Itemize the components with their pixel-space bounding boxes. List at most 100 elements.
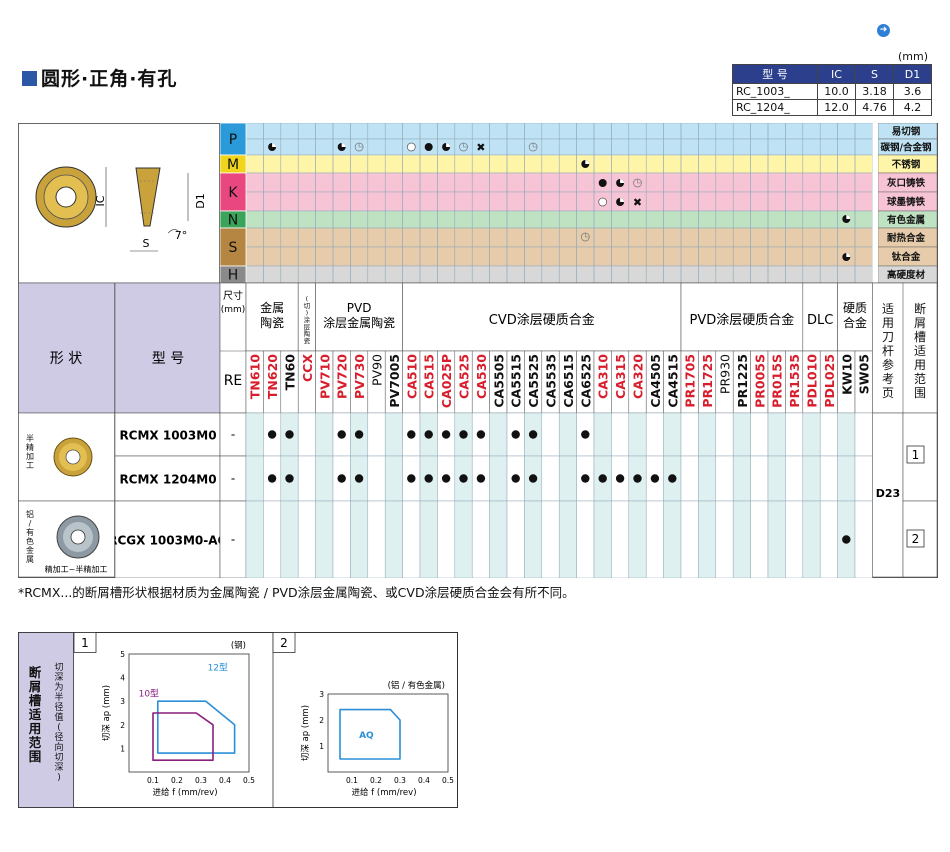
availability-cell <box>715 455 734 502</box>
availability-cell <box>332 500 351 578</box>
stock-dot-icon <box>424 430 433 439</box>
material-label: 球墨铸铁 <box>887 196 926 208</box>
grade-code-pv710: PV710 <box>317 354 332 399</box>
application-symbol-icon <box>842 215 851 223</box>
grade-code-ca5525: CA5525 <box>526 354 541 408</box>
availability-cell <box>367 412 386 457</box>
holder-page[interactable]: D23 <box>876 487 900 500</box>
dim-cell: RC_1204_ <box>732 99 818 116</box>
range-panel-title: 围 <box>29 749 42 764</box>
availability-cell <box>698 455 717 502</box>
insert-hole-icon <box>55 186 77 208</box>
shape-label-aluminum: 色 <box>26 536 34 546</box>
product-model[interactable]: RCGX 1003M0-AQ <box>108 534 227 548</box>
y-tick-label: 4 <box>120 674 125 683</box>
grade-code-pv7005: PV7005 <box>387 354 402 408</box>
range-panel-title: 用 <box>28 721 42 736</box>
stock-dot-icon <box>476 474 486 483</box>
application-symbol-icon <box>424 143 433 151</box>
header-size-unit: (mm) <box>221 305 246 315</box>
availability-cell <box>437 500 456 578</box>
grade-code-pdl025: PDL025 <box>822 354 837 408</box>
header-chipbreaker-range: 范 <box>914 372 926 386</box>
availability-cell <box>645 500 664 578</box>
grade-application-table: 易切钢碳钢/合金钢不锈钢灰口铸铁球墨铸铁有色金属耐热合金钛合金高硬度材PMKNS… <box>18 123 938 578</box>
grade-code-ca025p: CA025P <box>439 354 454 408</box>
svg-text:✖: ✖ <box>633 196 642 209</box>
stock-dot-icon <box>511 430 520 439</box>
availability-cell <box>245 500 264 578</box>
dimension-header-row: 型 号 IC S D1 <box>732 64 932 84</box>
grade-family-label: 瓷 <box>304 336 311 345</box>
availability-cell <box>524 500 543 578</box>
application-symbol-icon <box>598 179 607 187</box>
availability-cell <box>245 455 264 502</box>
stock-dot-icon <box>441 430 451 439</box>
shape-label-finish: 精加工~半精加工 <box>45 564 108 574</box>
product-model[interactable]: RCMX 1003M0 <box>119 429 216 443</box>
availability-cell <box>280 500 299 578</box>
stock-dot-icon <box>285 474 294 483</box>
x-tick-label: 0.4 <box>219 776 231 785</box>
availability-cell <box>384 500 403 578</box>
header-model-cell <box>114 282 221 414</box>
grade-family-label: PVD <box>347 301 372 315</box>
availability-cell <box>506 500 525 578</box>
next-page-arrow-icon[interactable]: ➜ <box>877 24 890 37</box>
application-symbol-icon <box>842 253 851 261</box>
range-ref-1[interactable]: 1 <box>912 448 920 462</box>
range-ref-2[interactable]: 2 <box>912 532 920 546</box>
grade-family-label: 陶瓷 <box>260 315 284 330</box>
application-symbol-icon <box>406 142 416 152</box>
grade-code-pr930: PR930 <box>718 354 733 394</box>
header-holder-ref: 杆 <box>882 344 894 358</box>
grade-code-sw05: SW05 <box>857 354 872 394</box>
header-holder-ref: 参 <box>882 357 894 372</box>
stock-dot-icon <box>424 474 433 483</box>
grade-code-ca320: CA320 <box>631 354 646 399</box>
availability-cell <box>750 412 769 457</box>
range-panel-ylabel: 切 <box>54 752 63 763</box>
grade-code-pv90: PV90 <box>370 354 385 386</box>
series-label: 10型 <box>139 688 159 699</box>
availability-cell <box>785 500 804 578</box>
availability-cell <box>750 455 769 502</box>
grade-code-ca510: CA510 <box>404 354 419 399</box>
x-tick-label: 0.5 <box>442 776 454 785</box>
grade-code-ca310: CA310 <box>596 354 611 399</box>
svg-text:✖: ✖ <box>476 141 485 154</box>
availability-cell <box>680 412 699 457</box>
stock-dot-icon <box>528 430 538 439</box>
y-tick-label: 3 <box>319 690 324 699</box>
panel-number: 1 <box>81 636 89 650</box>
range-panel-title-cell <box>18 632 74 808</box>
availability-cell <box>732 412 751 457</box>
material-label: 碳钢/合金钢 <box>881 142 932 154</box>
grade-code-ca4505: CA4505 <box>648 354 663 408</box>
availability-cell <box>541 500 560 578</box>
availability-cell <box>628 500 647 578</box>
stock-dot-icon <box>615 474 625 483</box>
availability-cell <box>367 455 386 502</box>
availability-cell <box>663 412 682 457</box>
stock-dot-icon <box>441 474 451 483</box>
dim-header-model: 型 号 <box>732 64 818 84</box>
grade-code-ca5515: CA5515 <box>509 354 524 408</box>
availability-cell <box>854 455 873 502</box>
shape-label-semifinish: 半 <box>26 433 34 443</box>
range-panel-title: 槽 <box>29 693 42 708</box>
availability-cell <box>732 455 751 502</box>
insert-photo-aq-hole <box>70 529 86 545</box>
availability-cell <box>245 412 264 457</box>
availability-cell <box>802 500 821 578</box>
availability-cell <box>297 412 316 457</box>
header-chipbreaker-range: 槽 <box>914 330 926 344</box>
availability-cell <box>419 500 438 578</box>
availability-cell <box>837 412 856 457</box>
product-model[interactable]: RCMX 1204M0 <box>119 473 216 487</box>
stock-dot-icon <box>650 474 660 483</box>
grade-code-pr1225: PR1225 <box>735 354 750 408</box>
y-tick-label: 3 <box>120 697 125 706</box>
availability-cell <box>837 455 856 502</box>
stock-dot-icon <box>842 535 851 544</box>
